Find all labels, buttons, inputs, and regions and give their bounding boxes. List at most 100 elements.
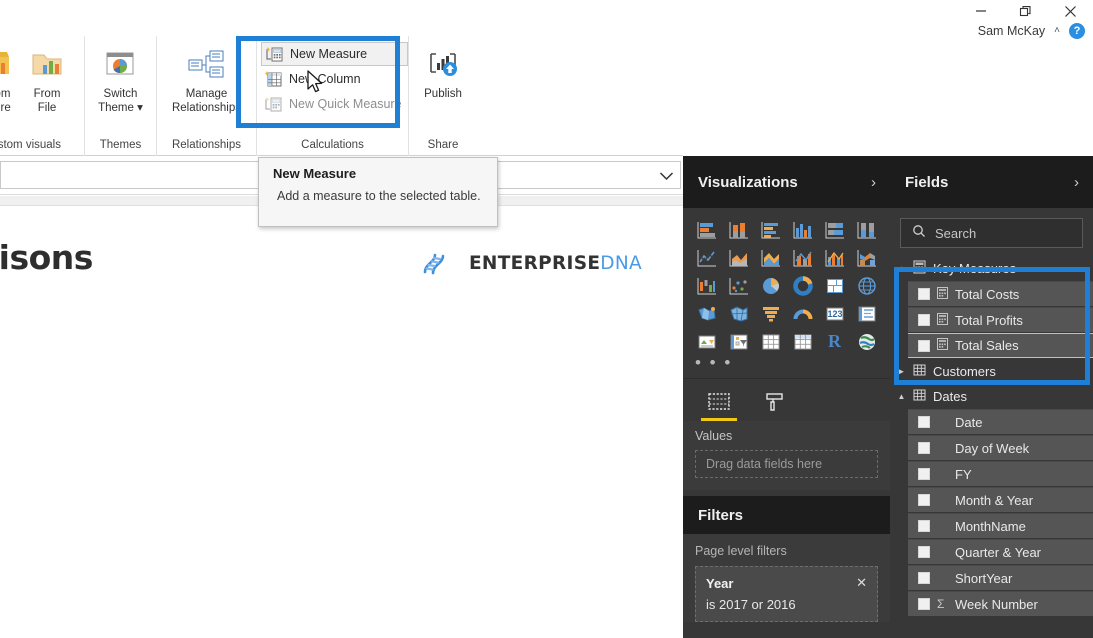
ribbon-group-label-custom-visuals: Custom visuals [0, 139, 61, 151]
folder-icon [29, 44, 65, 86]
chevron-right-icon[interactable]: › [871, 174, 876, 191]
fields-table-customers[interactable]: ► Customers [890, 359, 1093, 384]
triangle-expanded-icon[interactable]: ▲ [897, 392, 906, 401]
close-icon[interactable]: ✕ [856, 575, 867, 591]
search-input[interactable]: Search [900, 218, 1083, 248]
line-stacked-column-chart-icon[interactable] [788, 245, 817, 270]
field-item-week-number[interactable]: Σ Week Number [908, 591, 1093, 616]
card-icon[interactable]: 123 [820, 301, 849, 326]
more-visuals-icon[interactable]: • • • [683, 354, 890, 371]
ribbon-group-calculations: New Measure New Column New Quick Measure… [257, 36, 409, 156]
manage-relationships-button[interactable]: Manage Relationships [165, 42, 248, 115]
field-checkbox[interactable] [918, 598, 930, 610]
field-label: MonthName [955, 518, 1026, 534]
field-label: Date [955, 414, 983, 430]
fields-table-dates[interactable]: ▲ Dates [890, 384, 1093, 409]
measure-icon [937, 312, 948, 328]
line-clustered-column-chart-icon[interactable] [820, 245, 849, 270]
report-canvas[interactable]: parisons ENTERPRISEDNA [0, 206, 683, 638]
triangle-expanded-icon[interactable]: ▲ [897, 264, 906, 273]
multi-row-card-icon[interactable] [852, 301, 881, 326]
chevron-down-icon[interactable] [659, 168, 674, 186]
kpi-icon[interactable] [692, 329, 721, 354]
chevron-right-icon[interactable]: › [1074, 174, 1079, 191]
treemap-icon[interactable] [820, 273, 849, 298]
field-item-total-costs[interactable]: Total Costs [908, 281, 1093, 306]
shape-map-icon[interactable] [724, 301, 753, 326]
from-store-button[interactable]: From Store [0, 42, 22, 115]
field-item-total-profits[interactable]: Total Profits [908, 307, 1093, 332]
new-quick-measure-icon [264, 97, 282, 112]
switch-theme-button[interactable]: Switch Theme ▾ [91, 42, 150, 115]
ribbon-chart-icon[interactable] [852, 245, 881, 270]
ribbon-group-relationships: Manage Relationships Relationships [157, 36, 257, 156]
line-chart-icon[interactable] [692, 245, 721, 270]
field-item-monthname[interactable]: MonthName [908, 513, 1093, 538]
gauge-icon[interactable] [788, 301, 817, 326]
field-checkbox[interactable] [918, 416, 930, 428]
fields-search-wrap: Search [890, 208, 1093, 256]
funnel-icon[interactable] [756, 301, 785, 326]
mouse-cursor-icon [307, 70, 325, 101]
table-icon[interactable] [756, 329, 785, 354]
field-checkbox[interactable] [918, 288, 930, 300]
area-chart-icon[interactable] [724, 245, 753, 270]
measure-icon [937, 338, 948, 353]
new-quick-measure-button[interactable]: New Quick Measure [261, 92, 408, 116]
field-checkbox[interactable] [918, 468, 930, 480]
fields-table-key-measures[interactable]: ▲ Key Measures [890, 256, 1093, 281]
fields-pane-tab-icon[interactable] [701, 389, 737, 421]
field-checkbox[interactable] [918, 520, 930, 532]
waterfall-chart-icon[interactable] [692, 273, 721, 298]
field-label: ShortYear [955, 570, 1013, 586]
values-dropzone[interactable]: Drag data fields here [695, 450, 878, 478]
r-script-visual-icon[interactable]: R [820, 329, 849, 354]
field-checkbox[interactable] [918, 339, 930, 352]
filled-map-icon[interactable] [692, 301, 721, 326]
close-icon[interactable] [1048, 0, 1093, 22]
matrix-icon[interactable] [788, 329, 817, 354]
filter-card-year[interactable]: Year ✕ is 2017 or 2016 [695, 566, 878, 622]
field-item-shortyear[interactable]: ShortYear [908, 565, 1093, 590]
100-stacked-column-chart-icon[interactable] [852, 217, 881, 242]
ribbon-group-custom-visuals: From Store From File Custom visuals [0, 36, 85, 156]
triangle-collapsed-icon[interactable]: ► [897, 367, 906, 376]
account-area[interactable]: Sam McKay ˄ ? [978, 23, 1085, 39]
field-item-date[interactable]: Date [908, 409, 1093, 434]
new-measure-button[interactable]: New Measure [261, 42, 408, 66]
field-item-month-and-year[interactable]: Month & Year [908, 487, 1093, 512]
scatter-chart-icon[interactable] [724, 273, 753, 298]
slicer-icon[interactable] [724, 329, 753, 354]
pie-chart-icon[interactable] [756, 273, 785, 298]
chevron-up-icon[interactable]: ˄ [1054, 26, 1060, 36]
dna-helix-icon [415, 242, 455, 285]
restore-icon[interactable] [1003, 0, 1048, 22]
field-item-quarter-and-year[interactable]: Quarter & Year [908, 539, 1093, 564]
field-checkbox[interactable] [918, 494, 930, 506]
field-item-day-of-week[interactable]: Day of Week [908, 435, 1093, 460]
publish-button[interactable]: Publish [417, 42, 469, 101]
clustered-bar-chart-icon[interactable] [756, 217, 785, 242]
minimize-icon[interactable] [958, 0, 1003, 22]
donut-chart-icon[interactable] [788, 273, 817, 298]
new-column-button[interactable]: New Column [261, 67, 408, 91]
map-icon[interactable] [852, 273, 881, 298]
help-icon[interactable]: ? [1069, 23, 1085, 39]
format-pane-tab-icon[interactable] [757, 389, 793, 421]
clustered-column-chart-icon[interactable] [788, 217, 817, 242]
field-label: Total Costs [955, 286, 1020, 302]
stacked-area-chart-icon[interactable] [756, 245, 785, 270]
arcgis-map-icon[interactable] [852, 329, 881, 354]
stacked-bar-chart-icon[interactable] [692, 217, 721, 242]
field-checkbox[interactable] [918, 442, 930, 454]
100-stacked-bar-chart-icon[interactable] [820, 217, 849, 242]
page-level-filters-label: Page level filters [695, 544, 787, 558]
field-checkbox[interactable] [918, 572, 930, 584]
field-item-fy[interactable]: FY [908, 461, 1093, 486]
field-checkbox[interactable] [918, 546, 930, 558]
field-item-total-sales[interactable]: Total Sales [908, 333, 1093, 358]
stacked-column-chart-icon[interactable] [724, 217, 753, 242]
filter-name: Year [706, 575, 734, 591]
from-file-button[interactable]: From File [22, 42, 72, 115]
field-checkbox[interactable] [918, 314, 930, 326]
